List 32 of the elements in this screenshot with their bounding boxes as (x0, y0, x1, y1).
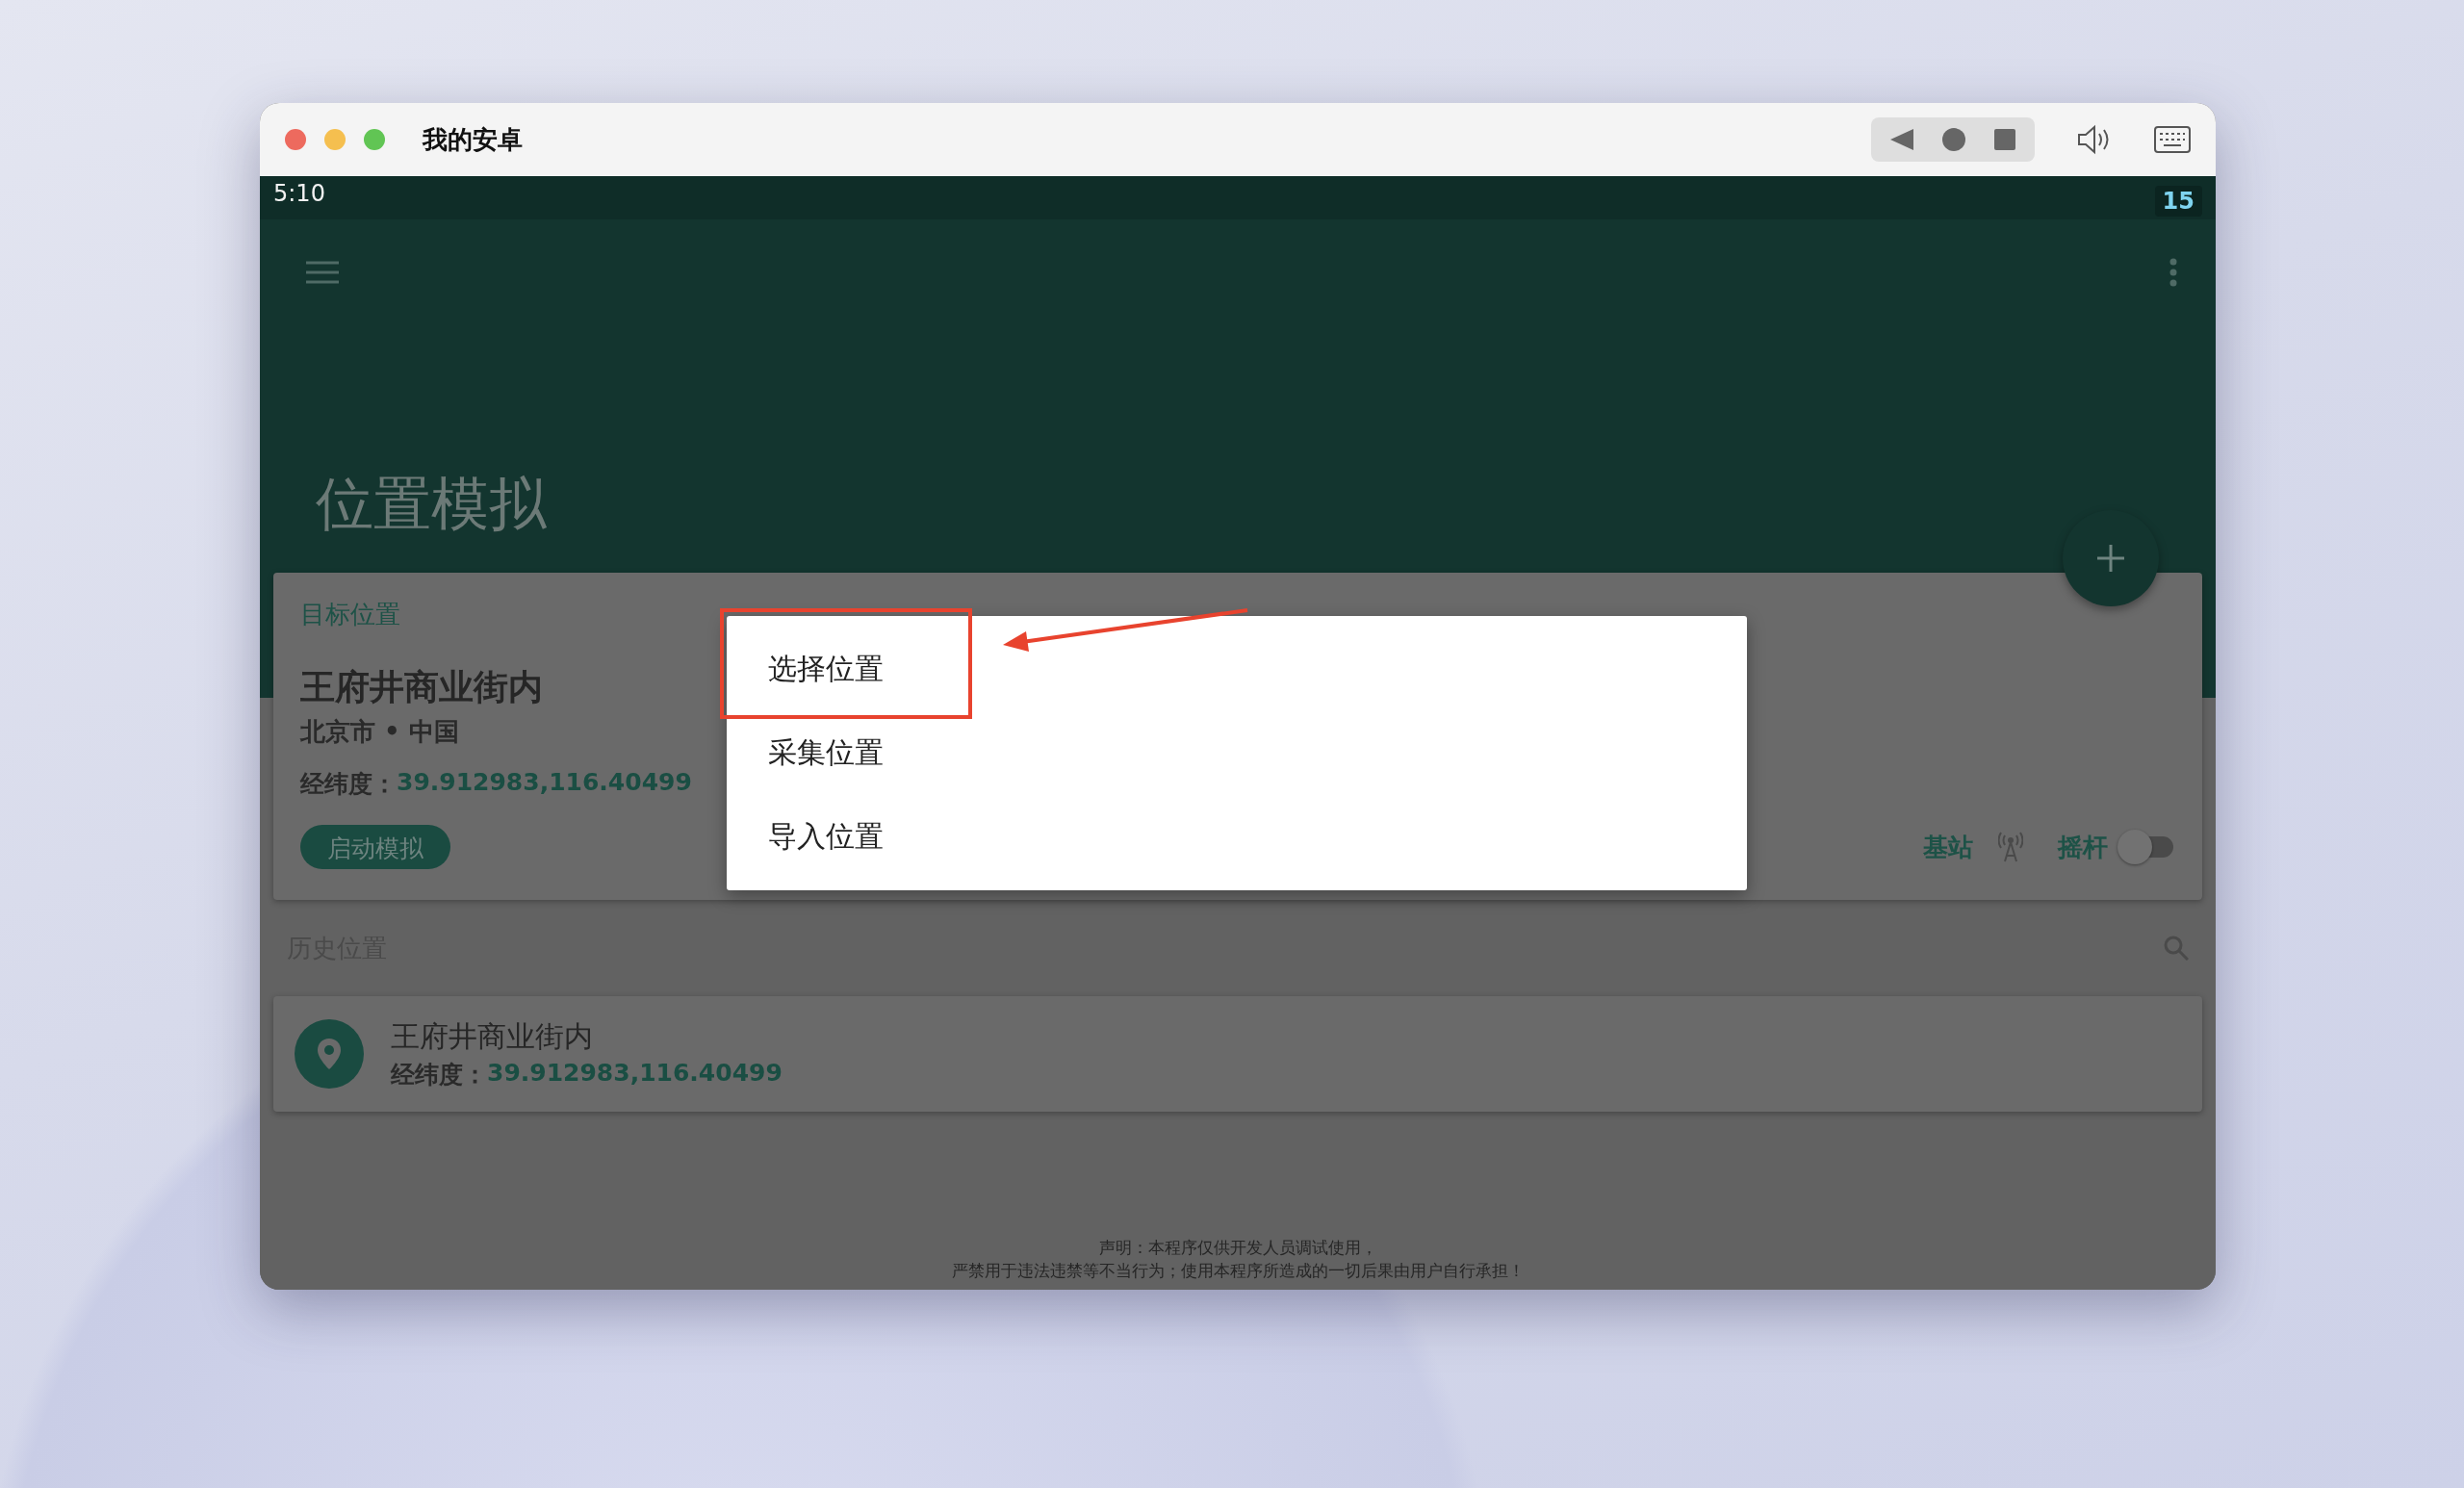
menu-item[interactable]: 导入位置 (727, 795, 1747, 879)
menu-item[interactable]: 选择位置 (727, 628, 1747, 711)
status-badge: 15 (2154, 186, 2202, 217)
minimize-button[interactable] (324, 129, 346, 150)
more-options-icon[interactable] (2169, 258, 2177, 287)
location-name: 王府井商业街内 (391, 1018, 594, 1055)
coordinates-label: 经纬度： (300, 769, 397, 800)
coordinates-value: 39.912983,116.40499 (487, 1059, 783, 1089)
location-region: 北京市 • 中国 (300, 716, 459, 748)
section-label: 目标位置 (300, 599, 400, 630)
disclaimer-text: 声明：本程序仅供开发人员调试使用， (1098, 1237, 1377, 1259)
back-icon[interactable] (1890, 129, 1913, 150)
toggle-switch[interactable] (2118, 828, 2173, 866)
home-icon[interactable] (1942, 128, 1965, 151)
plus-icon (2096, 544, 2125, 573)
window-title: 我的安卓 (423, 123, 523, 156)
menu-icon[interactable] (306, 261, 339, 284)
location-name: 王府井商业街内 (300, 666, 543, 708)
antenna-icon[interactable] (1998, 832, 2023, 862)
recents-icon[interactable] (1994, 129, 2015, 150)
menu-item[interactable]: 采集位置 (727, 711, 1747, 795)
close-button[interactable] (285, 129, 306, 150)
option-label: 摇杆 (2058, 831, 2108, 863)
search-icon[interactable] (2164, 936, 2189, 961)
zoom-button[interactable] (364, 129, 385, 150)
coordinates-value: 39.912983,116.40499 (397, 768, 692, 798)
coordinates-label: 经纬度： (391, 1060, 487, 1090)
status-time: 5:10 (273, 180, 325, 207)
disclaimer-text: 严禁用于违法违禁等不当行为；使用本程序所造成的一切后果由用户自行承担！ (951, 1260, 1525, 1282)
app-title: 位置模拟 (316, 469, 547, 539)
option-label: 基站 (1923, 831, 1973, 863)
keyboard-icon[interactable] (2154, 126, 2191, 153)
